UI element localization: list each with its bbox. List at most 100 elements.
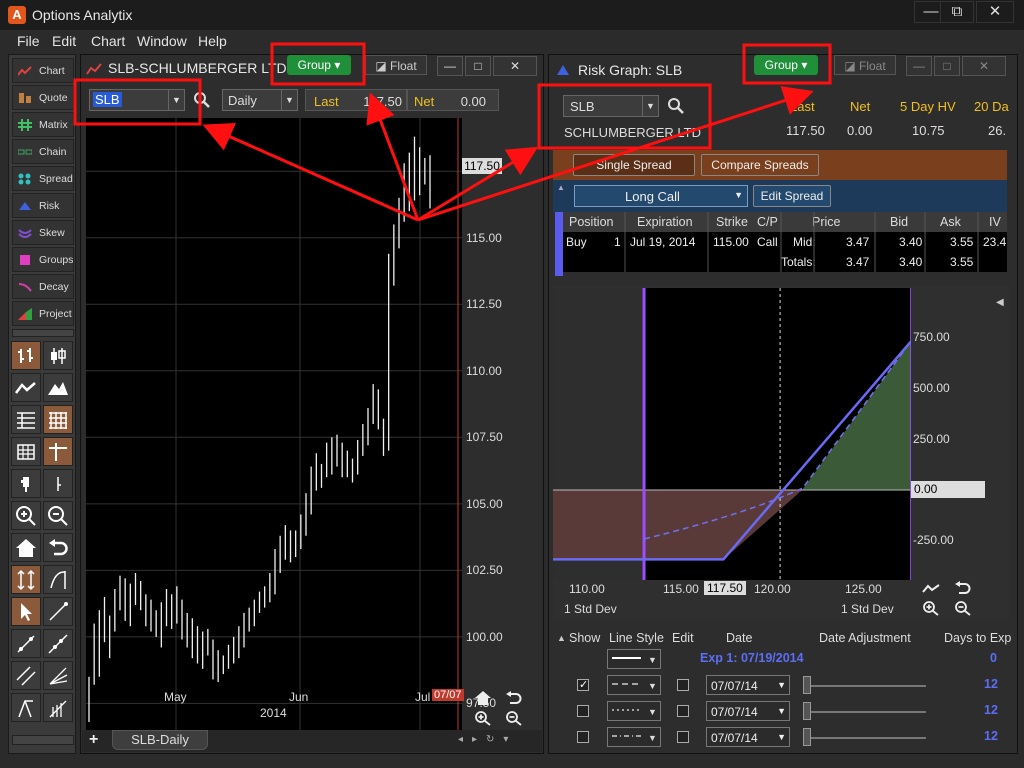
fibonacci-tool[interactable] xyxy=(43,693,73,722)
sidebar-item-skew[interactable]: Skew xyxy=(12,220,74,245)
date-adjust-slider-1[interactable] xyxy=(806,685,926,687)
undo-icon[interactable] xyxy=(954,580,972,596)
slider-handle-3[interactable] xyxy=(803,728,811,746)
zoom-in-icon[interactable] xyxy=(474,710,492,726)
exp-line-style-select[interactable]: ▼ xyxy=(607,649,661,669)
bar-width-thin-tool[interactable] xyxy=(43,469,73,498)
undo-icon[interactable] xyxy=(505,690,523,706)
line-style-select-1[interactable]: ▼ xyxy=(607,675,661,695)
line-chart-icon[interactable] xyxy=(922,582,940,596)
date-select-2[interactable]: 07/07/14 ▼ xyxy=(706,701,790,721)
single-spread-button[interactable]: Single Spread xyxy=(573,154,695,176)
sidebar-item-project[interactable]: Project xyxy=(12,301,74,326)
ray-tool[interactable] xyxy=(11,629,41,658)
line-style-select-3[interactable]: ▼ xyxy=(607,727,661,747)
slider-handle-2[interactable] xyxy=(803,702,811,720)
strategy-select[interactable]: Long Call ▼ xyxy=(574,185,748,207)
sidebar-item-groups[interactable]: Groups xyxy=(12,247,74,272)
sidebar-item-spread[interactable]: Spread xyxy=(12,166,74,191)
data-window-tool[interactable] xyxy=(11,437,41,466)
sidebar-item-chart[interactable]: Chart xyxy=(12,58,74,83)
chart-minimize-button[interactable]: — xyxy=(437,56,463,76)
risk-maximize-button[interactable]: □ xyxy=(934,56,960,76)
trendline-tool[interactable] xyxy=(43,597,73,626)
grid-lines-tool[interactable] xyxy=(43,405,73,434)
toolbar-collapse-handle[interactable] xyxy=(12,329,74,337)
bar-width-wide-tool[interactable] xyxy=(11,469,41,498)
close-button[interactable]: ✕ xyxy=(976,1,1014,23)
risk-symbol-select[interactable]: SLB ▼ xyxy=(563,95,659,117)
collapse-arrow-icon[interactable]: ▲ xyxy=(557,183,565,192)
date-adjust-slider-2[interactable] xyxy=(806,711,926,713)
date-adjust-slider-3[interactable] xyxy=(806,737,926,739)
chart-maximize-button[interactable]: □ xyxy=(465,56,491,76)
interval-select[interactable]: Daily ▼ xyxy=(222,89,298,111)
risk-graph[interactable] xyxy=(553,288,911,580)
menu-window[interactable]: Window xyxy=(137,33,187,49)
pointer-tool[interactable] xyxy=(11,597,41,626)
add-tab-button[interactable]: + xyxy=(89,731,98,749)
svg-text:▼: ▼ xyxy=(648,707,657,717)
line-style-select-2[interactable]: ▼ xyxy=(607,701,661,721)
date-select-3[interactable]: 07/07/14 ▼ xyxy=(706,727,790,747)
risk-float-button[interactable]: ◪ Float xyxy=(834,55,896,75)
pitchfork-tool[interactable] xyxy=(11,693,41,722)
extended-line-tool[interactable] xyxy=(43,629,73,658)
company-name: SCHLUMBERGER LTD xyxy=(564,125,702,140)
compare-spreads-button[interactable]: Compare Spreads xyxy=(701,154,819,176)
price-chart-area[interactable] xyxy=(86,118,462,730)
chart-float-button[interactable]: ◪ Float xyxy=(365,55,427,75)
menu-file[interactable]: File xyxy=(17,33,40,49)
curve-tool[interactable] xyxy=(43,565,73,594)
undo-tool[interactable] xyxy=(43,533,73,562)
search-icon[interactable] xyxy=(667,97,685,115)
risk-close-button[interactable]: ✕ xyxy=(962,56,1006,76)
edit-checkbox-2[interactable] xyxy=(677,705,689,717)
edit-spread-button[interactable]: Edit Spread xyxy=(753,185,831,207)
chart-group-button[interactable]: Group ▾ xyxy=(287,55,351,75)
restore-button[interactable]: ⧉ xyxy=(940,1,974,23)
home-tool[interactable] xyxy=(11,533,41,562)
mountain-chart-tool[interactable] xyxy=(43,373,73,402)
menu-edit[interactable]: Edit xyxy=(52,33,76,49)
menu-chart[interactable]: Chart xyxy=(91,33,125,49)
line-chart-tool[interactable] xyxy=(11,373,41,402)
crosshair-tool[interactable] xyxy=(43,437,73,466)
search-icon[interactable] xyxy=(193,91,211,109)
risk-group-button[interactable]: Group ▾ xyxy=(754,55,818,75)
controls-collapse-icon[interactable]: ▲ xyxy=(557,633,566,643)
tab-nav-controls[interactable]: ◂▸↻▾ xyxy=(458,734,517,745)
zoom-in-icon[interactable] xyxy=(922,600,940,616)
sidebar-item-matrix[interactable]: Matrix xyxy=(12,112,74,137)
menu-help[interactable]: Help xyxy=(198,33,227,49)
candlestick-tool[interactable] xyxy=(43,341,73,370)
zoom-in-tool[interactable] xyxy=(11,501,41,530)
zoom-out-tool[interactable] xyxy=(43,501,73,530)
sidebar-item-decay[interactable]: Decay xyxy=(12,274,74,299)
risk-icon xyxy=(557,65,569,75)
home-icon[interactable] xyxy=(474,690,492,706)
show-checkbox-1[interactable]: ✓ xyxy=(577,679,589,691)
risk-minimize-button[interactable]: — xyxy=(906,56,932,76)
edit-checkbox-3[interactable] xyxy=(677,731,689,743)
collapse-left-icon[interactable]: ◀ xyxy=(996,297,1004,308)
table-view-tool[interactable] xyxy=(11,405,41,434)
show-checkbox-3[interactable] xyxy=(577,731,589,743)
chart-symbol-select[interactable]: SLB ▼ xyxy=(89,89,185,111)
channel-tool[interactable] xyxy=(11,661,41,690)
date-select-1[interactable]: 07/07/14 ▼ xyxy=(706,675,790,695)
chart-close-button[interactable]: ✕ xyxy=(493,56,537,76)
tab-slb-daily[interactable]: SLB-Daily xyxy=(112,730,208,750)
zoom-out-icon[interactable] xyxy=(954,600,972,616)
sidebar-item-chain[interactable]: Chain xyxy=(12,139,74,164)
slider-handle-1[interactable] xyxy=(803,676,811,694)
fit-vertical-tool[interactable] xyxy=(11,565,41,594)
ohlc-bars-tool[interactable] xyxy=(11,341,41,370)
zoom-out-icon[interactable] xyxy=(505,710,523,726)
show-checkbox-2[interactable] xyxy=(577,705,589,717)
toolbar-expand-handle[interactable] xyxy=(12,735,74,745)
fan-tool[interactable] xyxy=(43,661,73,690)
edit-checkbox-1[interactable] xyxy=(677,679,689,691)
sidebar-item-risk[interactable]: Risk xyxy=(12,193,74,218)
sidebar-item-quote[interactable]: Quote xyxy=(12,85,74,110)
